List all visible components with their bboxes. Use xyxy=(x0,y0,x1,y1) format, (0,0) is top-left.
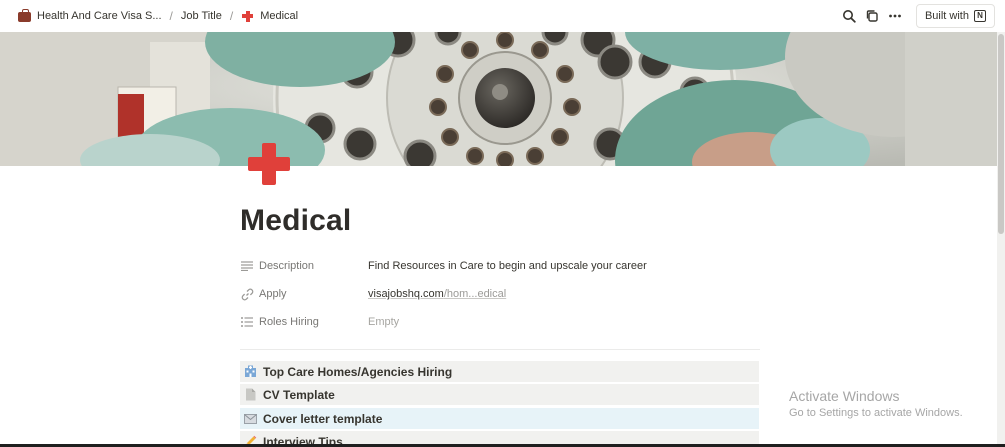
divider xyxy=(240,349,760,350)
property-name[interactable]: Apply xyxy=(240,287,368,301)
scrollbar-thumb[interactable] xyxy=(998,34,1004,234)
property-name[interactable]: Description xyxy=(240,259,368,273)
breadcrumb-separator: / xyxy=(169,9,173,23)
red-cross-icon xyxy=(241,10,254,23)
text-lines-icon xyxy=(240,259,254,273)
toggle-top-care-homes[interactable]: Top Care Homes/Agencies Hiring xyxy=(240,361,759,382)
list-icon xyxy=(240,315,254,329)
description-value[interactable]: Find Resources in Care to begin and upsc… xyxy=(368,260,647,272)
property-description: Description Find Resources in Care to be… xyxy=(240,255,647,277)
top-bar: Health And Care Visa S... / Job Title / … xyxy=(0,0,1005,32)
toggle-label: Top Care Homes/Agencies Hiring xyxy=(263,364,453,379)
toolbar: Built with N xyxy=(837,4,995,28)
breadcrumb-item-medical[interactable]: Medical xyxy=(237,8,302,25)
property-label: Apply xyxy=(259,288,287,300)
breadcrumb-label: Health And Care Visa S... xyxy=(37,10,162,22)
breadcrumb-label: Job Title xyxy=(180,10,222,22)
apply-link-path: /hom...edical xyxy=(443,288,507,300)
breadcrumb: Health And Care Visa S... / Job Title / … xyxy=(14,0,302,32)
built-with-button[interactable]: Built with N xyxy=(915,4,995,28)
notion-logo-icon: N xyxy=(974,10,986,22)
apply-link-domain: visajobshq.com xyxy=(368,288,444,300)
more-icon[interactable] xyxy=(884,5,906,27)
property-name[interactable]: Roles Hiring xyxy=(240,315,368,329)
briefcase-icon xyxy=(18,8,31,23)
watermark-title: Activate Windows xyxy=(789,388,900,404)
search-icon[interactable] xyxy=(838,5,860,27)
page-icon xyxy=(243,388,257,402)
roles-hiring-value[interactable]: Empty xyxy=(368,316,399,328)
toggle-label: CV Template xyxy=(263,387,335,402)
breadcrumb-item-job-title[interactable]: Job Title xyxy=(177,8,226,24)
apply-link[interactable]: visajobshq.com/hom...edical xyxy=(368,288,506,300)
activate-windows-watermark: Activate Windows Go to Settings to activ… xyxy=(789,388,963,419)
toggle-label: Cover letter template xyxy=(263,411,383,426)
hospital-icon xyxy=(243,365,257,379)
property-apply: Apply visajobshq.com/hom...edical xyxy=(240,283,506,305)
built-with-label: Built with xyxy=(924,10,969,22)
property-roles-hiring: Roles Hiring Empty xyxy=(240,311,399,333)
property-label: Description xyxy=(259,260,315,272)
toggle-cv-template[interactable]: CV Template xyxy=(240,384,759,405)
cover-image xyxy=(0,32,997,166)
link-icon xyxy=(240,287,254,301)
breadcrumb-label: Medical xyxy=(260,10,299,22)
watermark-subtitle: Go to Settings to activate Windows. xyxy=(789,407,963,419)
duplicate-icon[interactable] xyxy=(861,5,883,27)
breadcrumb-item-workspace[interactable]: Health And Care Visa S... xyxy=(14,8,166,25)
property-label: Roles Hiring xyxy=(259,316,319,328)
breadcrumb-separator: / xyxy=(229,9,234,23)
toggle-cover-letter[interactable]: Cover letter template xyxy=(240,408,759,429)
page-title[interactable]: Medical xyxy=(240,204,351,238)
vertical-scrollbar[interactable] xyxy=(997,32,1005,447)
red-cross-icon[interactable] xyxy=(247,141,291,185)
envelope-icon xyxy=(243,412,257,426)
